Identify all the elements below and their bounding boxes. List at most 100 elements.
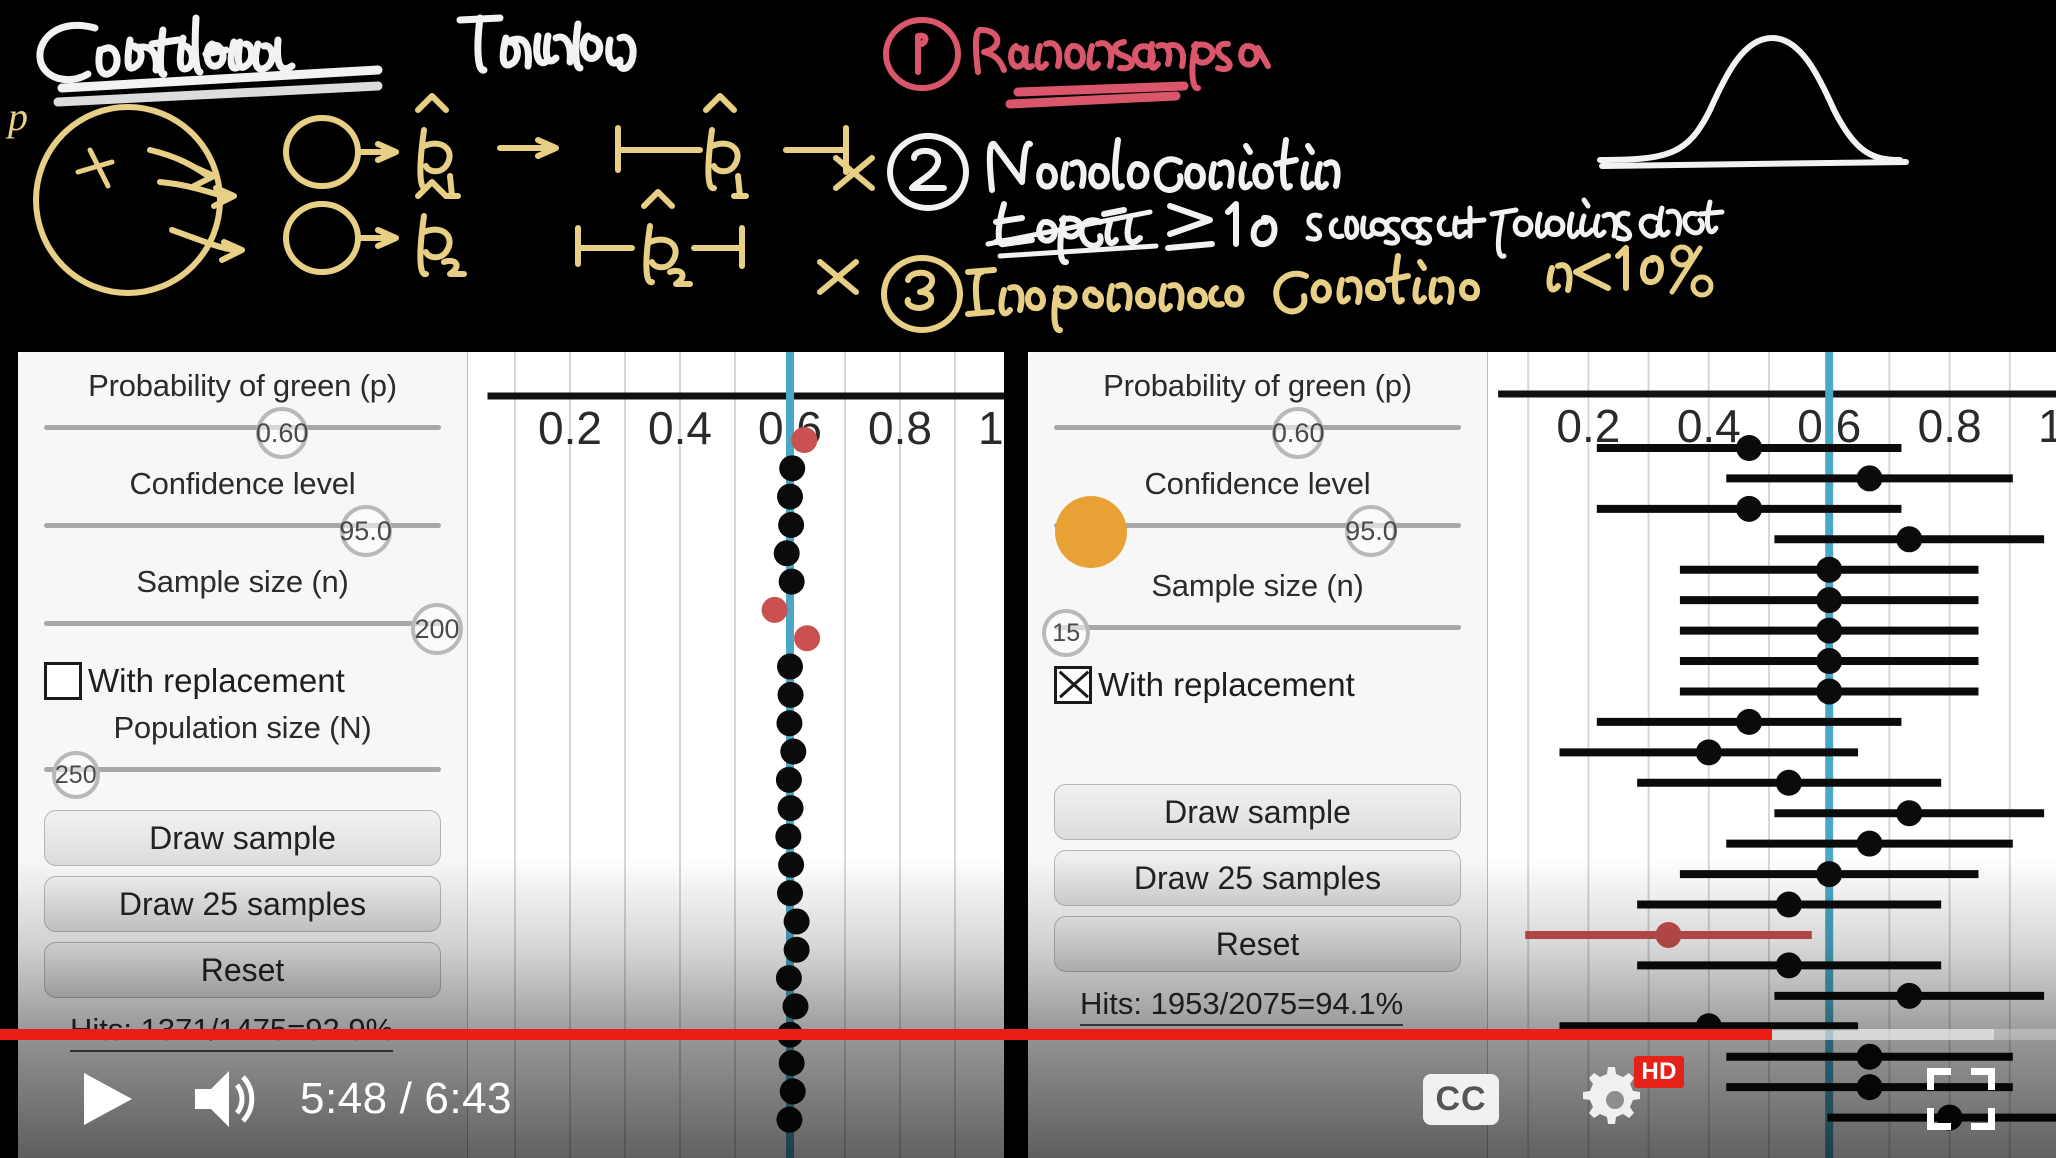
interval-center-dot [761,596,788,623]
interval-center-dot [773,540,800,567]
left-with-replacement-checkbox[interactable]: With replacement [44,662,467,700]
interval-center-dot [1695,739,1722,766]
left-p-knob[interactable]: 0.60 [256,407,308,459]
right-n-label: Sample size (n) [1151,568,1364,603]
progress-bar[interactable] [0,1029,2056,1040]
fullscreen-icon [1927,1068,1995,1130]
hd-badge: HD [1634,1056,1684,1088]
slider-track [44,621,441,626]
interval-center-dot [777,483,803,510]
board-drawing: p [5,14,1909,333]
fullscreen-button[interactable] [1906,1040,2016,1158]
checkbox-box[interactable] [44,662,82,700]
interval-center-dot [791,427,818,453]
left-p-label: Probability of green (p) [88,368,397,403]
interval-center-dot [777,880,803,907]
right-conf-slider[interactable]: 95.0 [1054,496,1461,568]
interval-center-dot [777,795,804,822]
condition-1-group [883,17,1271,109]
play-icon [84,1073,132,1125]
right-draw-25-button[interactable]: Draw 25 samples [1054,850,1461,906]
interval-center-dot [1655,921,1682,948]
left-N-knob[interactable]: 250 [51,751,100,799]
video-player-stage: p Probability of green (p) 0.60 Confiden… [0,0,2056,1158]
slider-track [44,425,441,430]
volume-button[interactable] [180,1040,276,1158]
right-reset-button[interactable]: Reset [1054,916,1461,972]
right-hits-text: Hits: 1953/2075=94.1% [1080,986,1404,1026]
left-conf-knob[interactable]: 95.0 [339,505,392,557]
normal-curve [1597,35,1909,169]
interval-center-dot [1896,982,1923,1009]
left-draw-sample-button[interactable]: Draw sample [44,810,441,866]
mouse-cursor [1054,496,1127,568]
right-draw-sample-button[interactable]: Draw sample [1054,784,1461,840]
right-p-label: Probability of green (p) [1103,368,1412,403]
interval-center-dot [775,823,802,850]
slider-track [1054,425,1461,430]
right-with-replacement-label: With replacement [1098,666,1355,703]
left-conf-label: Confidence level [129,466,356,501]
left-N-slider[interactable]: 250 [44,751,441,799]
handwritten-whiteboard: p [0,0,2056,340]
interval-center-dot [1896,800,1923,827]
cc-label: CC [1435,1079,1487,1118]
interval-center-dot [783,908,810,935]
interval-center-dot [778,851,805,878]
interval-center-dot [1856,465,1883,492]
right-p-slider[interactable]: 0.60 [1054,407,1461,459]
play-button[interactable] [60,1040,156,1158]
interval-center-dot [794,625,821,652]
interval-center-dot [783,936,810,963]
condition-2-group [887,133,1725,265]
axis-tick-label: 0.4 [648,402,712,454]
interval-center-dot [777,653,803,680]
sampling-diagram [33,93,849,296]
progress-played [0,1029,1773,1040]
x-mark-3 [817,259,859,295]
slider-track [1054,625,1461,630]
right-n-slider[interactable]: 15 [1042,609,1461,657]
left-N-label: Population size (N) [113,710,372,745]
checkbox-box[interactable] [1054,666,1092,704]
interval-center-dot [1775,769,1802,796]
interval-center-dot [1816,648,1843,675]
current-time: 5:48 [300,1074,388,1123]
axis-tick-label: 0.2 [538,402,602,454]
right-p-knob[interactable]: 0.60 [1272,407,1324,459]
left-draw-25-button[interactable]: Draw 25 samples [44,876,441,932]
captions-button[interactable]: CC [1406,1040,1516,1158]
interval-center-dot [1856,830,1883,857]
right-with-replacement-checkbox[interactable]: With replacement [1054,666,1487,704]
interval-center-dot [1736,708,1763,735]
interval-center-dot [1816,678,1843,705]
axis-tick-label: 1.0 [2038,400,2056,452]
interval-center-dot [1816,861,1843,888]
left-n-slider[interactable]: 200 [44,603,464,655]
board-label-p: p [5,94,28,139]
axis-tick-label: 0.8 [868,402,932,454]
interval-center-dot [782,993,809,1020]
interval-center-dot [778,511,805,538]
interval-center-dot [1775,952,1802,979]
interval-center-dot [1736,495,1763,522]
time-separator: / [399,1074,413,1123]
right-conf-knob[interactable]: 95.0 [1345,505,1398,557]
x-mark-2 [833,155,875,191]
interval-center-dot [780,738,807,765]
interval-center-dot [1736,435,1763,461]
interval-center-dot [1816,617,1843,644]
interval-center-dot [777,681,804,708]
left-conf-slider[interactable]: 95.0 [44,505,441,557]
left-n-label: Sample size (n) [136,564,349,599]
interval-center-dot [1896,526,1923,553]
interval-center-dot [776,710,803,737]
left-reset-button[interactable]: Reset [44,942,441,998]
interval-center-dot [1816,587,1843,614]
left-p-slider[interactable]: 0.60 [44,407,441,459]
player-controls: 5:48 / 6:43 CC HD [0,1040,2056,1158]
interval-center-dot [1775,891,1802,918]
left-n-knob[interactable]: 200 [411,603,464,655]
right-n-knob[interactable]: 15 [1042,609,1091,657]
time-display: 5:48 / 6:43 [300,1040,512,1158]
